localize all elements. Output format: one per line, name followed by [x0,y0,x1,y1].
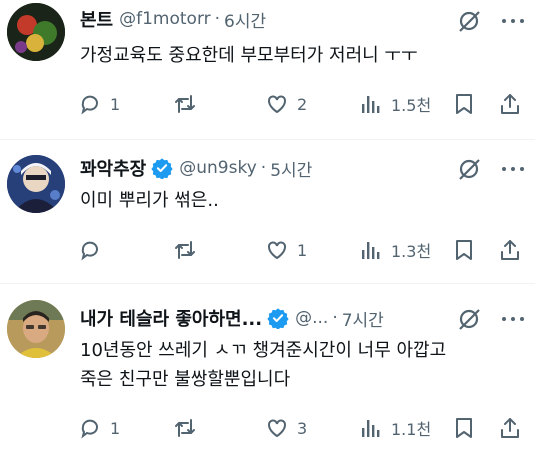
bookmark-button[interactable] [452,90,476,118]
timestamp[interactable]: 7시간 [342,306,384,331]
like-count: 1 [297,240,308,260]
reply-button[interactable] [78,236,110,264]
reply-icon [81,419,98,439]
bookmark-icon [456,240,472,260]
retweet-icon [175,95,195,113]
verified-badge-icon [267,308,289,329]
share-icon [501,94,519,114]
reply-button[interactable]: 1 [78,90,120,118]
action-bar: 1 2 1.5천 [78,90,523,118]
tweet-text: 10년동안 쓰레기 ㅅㄲ 챙겨준시간이 너무 아깝고 죽은 친구만 불쌍할뿐입니… [80,336,446,394]
views-icon [362,96,380,113]
author-handle[interactable]: @f1motorr [119,9,211,29]
author-handle[interactable]: @un9sky [179,158,257,178]
like-count: 3 [297,418,308,438]
views-icon [362,242,380,259]
retweet-icon [175,241,195,259]
separator-dot: · [214,9,221,29]
share-button[interactable] [498,414,522,442]
grok-icon[interactable] [456,306,482,332]
views-button[interactable]: 1.1천 [359,414,431,442]
timestamp[interactable]: 5시간 [270,156,312,181]
avatar[interactable] [7,155,65,213]
views-count: 1.5천 [391,96,432,115]
reply-icon [81,95,98,115]
more-icon[interactable] [501,9,525,33]
verified-badge-icon [151,158,173,179]
tweet-3[interactable]: 내가 테슬라 좋아하면... @... · 7시간 10년동안 쓰레기 ㅅㄲ 챙… [0,284,535,450]
retweet-button[interactable] [173,236,205,264]
views-icon [362,420,380,437]
views-count: 1.1천 [391,420,432,439]
like-button[interactable]: 2 [265,90,307,118]
avatar[interactable] [7,300,65,358]
share-button[interactable] [498,236,522,264]
retweet-icon [175,419,195,437]
views-count: 1.3천 [391,242,432,261]
like-count: 2 [297,94,308,114]
tweet-2[interactable]: 꽈악추장 @un9sky · 5시간 이미 뿌리가 썪은.. 1 1.3천 [0,140,535,283]
views-button[interactable]: 1.3천 [359,236,431,264]
tweet-text-line: 가정교육도 중요한데 부모부터가 저러니 ㅜㅜ [80,45,418,66]
like-button[interactable]: 3 [265,414,307,442]
more-icon[interactable] [501,157,525,181]
timestamp[interactable]: 6시간 [224,7,266,32]
bookmark-button[interactable] [452,236,476,264]
bookmark-icon [456,94,472,114]
retweet-button[interactable] [173,90,205,118]
tweet-1[interactable]: 본트 @f1motorr · 6시간 가정교육도 중요한데 부모부터가 저러니 … [0,0,535,139]
more-icon[interactable] [501,307,525,331]
tweet-text: 이미 뿌리가 썪은.. [80,186,219,215]
share-icon [501,240,519,260]
avatar[interactable] [7,3,65,61]
tweet-text-line: 이미 뿌리가 썪은.. [80,190,219,211]
bookmark-button[interactable] [452,414,476,442]
separator-dot: · [260,158,267,178]
grok-icon[interactable] [456,8,482,34]
author-name[interactable]: 꽈악추장 [80,155,146,181]
action-bar: 1 1.3천 [78,236,523,264]
reply-count: 1 [110,418,121,438]
separator-dot: · [332,308,338,328]
views-button[interactable]: 1.5천 [359,90,431,118]
grok-icon[interactable] [456,156,482,182]
author-handle[interactable]: @... [295,308,328,328]
share-button[interactable] [498,90,522,118]
action-bar: 1 3 1.1천 [78,414,523,442]
like-icon [268,241,286,260]
tweet-text: 가정교육도 중요한데 부모부터가 저러니 ㅜㅜ [80,41,418,70]
like-icon [268,95,286,114]
author-name[interactable]: 본트 [80,6,113,32]
like-icon [268,419,286,438]
reply-count: 1 [110,94,121,114]
like-button[interactable]: 1 [265,236,307,264]
tweet-text-line: 10년동안 쓰레기 ㅅㄲ 챙겨준시간이 너무 아깝고 [80,340,447,361]
share-icon [501,418,519,438]
reply-icon [81,241,98,261]
retweet-button[interactable] [173,414,205,442]
author-name[interactable]: 내가 테슬라 좋아하면... [80,305,262,331]
reply-button[interactable]: 1 [78,414,120,442]
bookmark-icon [456,418,472,438]
tweet-text-line: 죽은 친구만 불쌍할뿐입니다 [80,369,291,390]
